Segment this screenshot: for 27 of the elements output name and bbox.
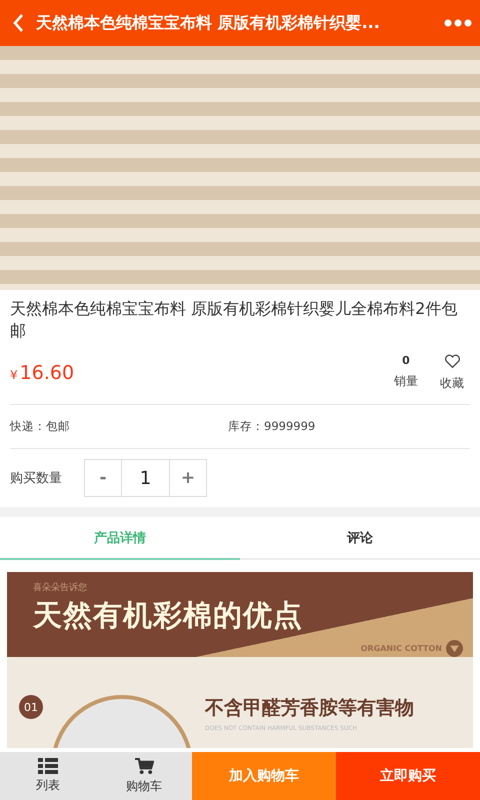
more-icon[interactable] — [444, 19, 472, 27]
list-icon — [38, 758, 58, 774]
favorite-label[interactable]: 收藏 — [440, 375, 464, 392]
heart-icon[interactable] — [444, 354, 460, 369]
buy-now-button[interactable]: 立即购买 — [336, 752, 480, 800]
cart-label: 购物车 — [126, 778, 162, 794]
cart-nav[interactable]: 购物车 — [96, 752, 192, 800]
point-title: 不含甲醛芳香胺等有害物 — [205, 696, 414, 721]
product-title: 天然棉本色纯棉宝宝布料 原版有机彩棉针织婴儿全棉布料2件包邮 — [10, 298, 458, 342]
sales-label: 销量 — [394, 373, 418, 390]
banner-headline: 天然有机彩棉的优点 — [33, 597, 304, 634]
list-label: 列表 — [36, 777, 60, 794]
price: ¥16.60 — [10, 362, 74, 384]
brand-line: 喜朵朵告诉您 — [33, 582, 88, 594]
list-nav[interactable]: 列表 — [0, 752, 96, 800]
stock-info: 库存：9999999 — [228, 419, 316, 434]
page-title: 天然棉本色纯棉宝宝布料 原版有机彩棉针织婴... — [36, 12, 381, 34]
quantity-stepper[interactable]: - 1 + — [84, 459, 207, 497]
banner-tagline: ORGANIC COTTON — [360, 644, 442, 653]
tab[interactable]: 评论 — [240, 517, 480, 560]
cart-icon — [134, 758, 154, 774]
back-icon[interactable] — [12, 13, 24, 33]
shipping-info: 快递：包邮 — [10, 419, 71, 434]
quantity-label: 购买数量 — [10, 470, 62, 487]
sales-count: 0 — [402, 354, 410, 367]
quantity-field[interactable]: 1 — [121, 460, 170, 496]
step-number: 01 — [19, 695, 43, 719]
